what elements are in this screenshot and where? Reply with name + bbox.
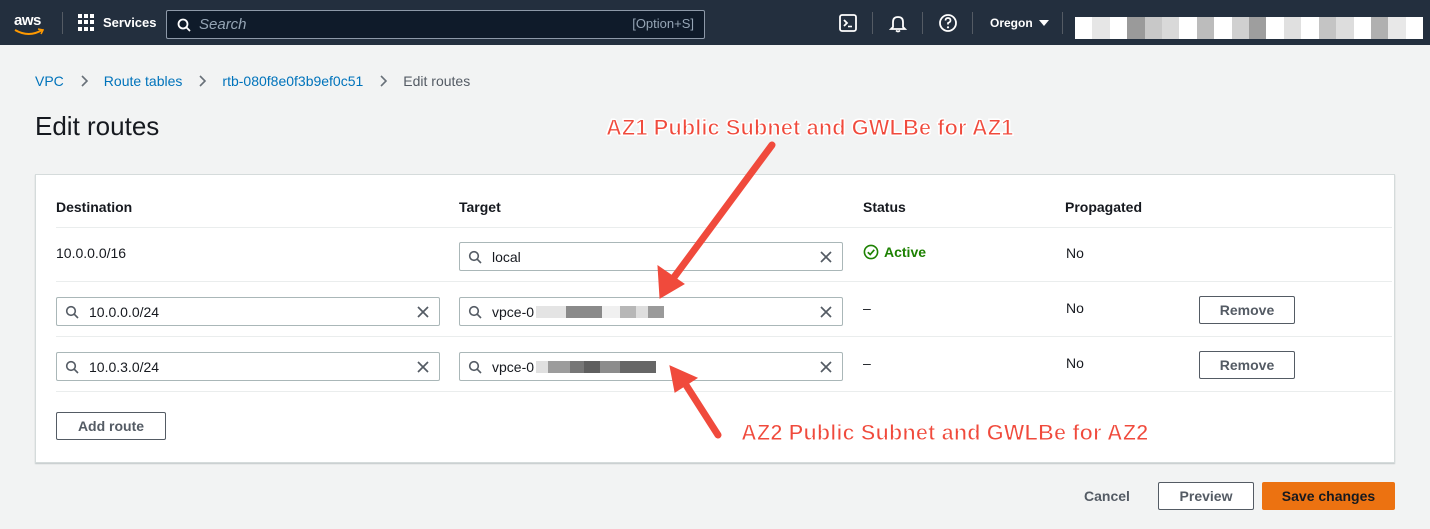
annotation-az1-label: AZ1 Public Subnet and GWLBe for AZ1: [605, 115, 1014, 141]
arrow-az2: [669, 365, 722, 439]
annotation-arrows: [657, 141, 776, 439]
annotation-az2-label: AZ2 Public Subnet and GWLBe for AZ2: [740, 420, 1149, 446]
arrow-az1: [657, 141, 776, 299]
